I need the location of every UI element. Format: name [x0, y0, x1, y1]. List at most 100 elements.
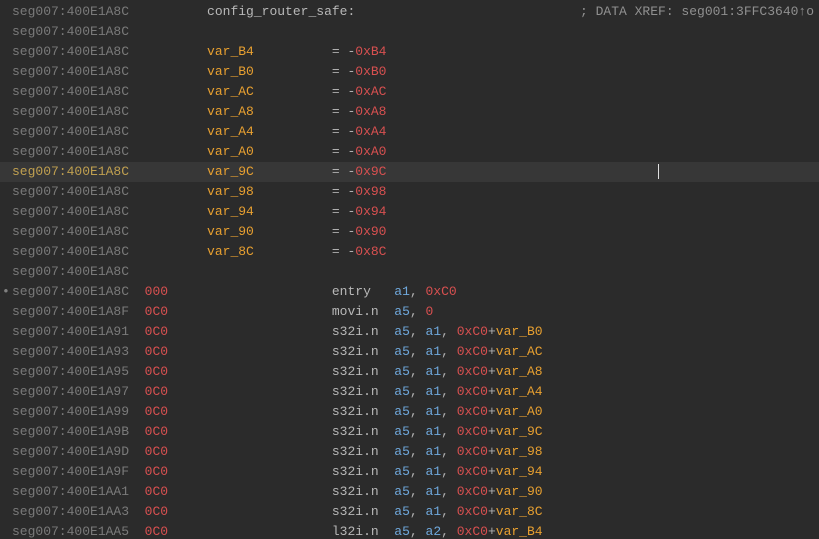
disassembly-line[interactable]: seg007:400E1A8C var_A8 = -0xA8 [0, 102, 819, 122]
register: a1 [426, 484, 442, 499]
disassembly-line[interactable]: seg007:400E1A97 0C0 s32i.n a5, a1, 0xC0+… [0, 382, 819, 402]
mnemonic: movi.n [332, 304, 394, 319]
immediate: 0xC0 [457, 404, 488, 419]
disassembly-line[interactable]: seg007:400E1A9D 0C0 s32i.n a5, a1, 0xC0+… [0, 442, 819, 462]
equals: = - [332, 104, 355, 119]
var-ref: var_9C [496, 424, 543, 439]
var-name: var_94 [207, 204, 332, 219]
var-offset: 0xB4 [355, 44, 386, 59]
equals: = - [332, 84, 355, 99]
disassembly-line[interactable]: seg007:400E1AA1 0C0 s32i.n a5, a1, 0xC0+… [0, 482, 819, 502]
var-name: var_8C [207, 244, 332, 259]
disassembly-line[interactable]: seg007:400E1A8F 0C0 movi.n a5, 0 [0, 302, 819, 322]
immediate: 0xC0 [457, 524, 488, 539]
stack-depth: 0C0 [145, 484, 168, 499]
disassembly-line[interactable]: seg007:400E1A93 0C0 s32i.n a5, a1, 0xC0+… [0, 342, 819, 362]
var-offset: 0x8C [355, 244, 386, 259]
mnemonic: s32i.n [332, 344, 394, 359]
disassembly-line[interactable]: seg007:400E1A91 0C0 s32i.n a5, a1, 0xC0+… [0, 322, 819, 342]
mnemonic: s32i.n [332, 484, 394, 499]
disassembly-line[interactable]: seg007:400E1A8C [0, 22, 819, 42]
address: seg007:400E1A8F [12, 304, 137, 319]
disassembly-line[interactable]: seg007:400E1AA5 0C0 l32i.n a5, a2, 0xC0+… [0, 522, 819, 539]
disassembly-line[interactable]: seg007:400E1AA3 0C0 s32i.n a5, a1, 0xC0+… [0, 502, 819, 522]
address: seg007:400E1A8C [12, 24, 129, 39]
disassembly-line[interactable]: seg007:400E1A99 0C0 s32i.n a5, a1, 0xC0+… [0, 402, 819, 422]
var-name: var_90 [207, 224, 332, 239]
register: a1 [426, 364, 442, 379]
mnemonic: s32i.n [332, 444, 394, 459]
disassembly-line[interactable]: seg007:400E1A95 0C0 s32i.n a5, a1, 0xC0+… [0, 362, 819, 382]
disassembly-view[interactable]: seg007:400E1A8C config_router_safe:; DAT… [0, 0, 819, 539]
immediate: 0xC0 [457, 384, 488, 399]
disassembly-line[interactable]: seg007:400E1A8C config_router_safe:; DAT… [0, 2, 819, 22]
register: a5 [394, 404, 410, 419]
equals: = - [332, 64, 355, 79]
var-ref: var_A8 [496, 364, 543, 379]
register: a5 [394, 484, 410, 499]
disassembly-line[interactable]: seg007:400E1A8C [0, 262, 819, 282]
disassembly-line[interactable]: seg007:400E1A9B 0C0 s32i.n a5, a1, 0xC0+… [0, 422, 819, 442]
disassembly-line[interactable]: seg007:400E1A8C var_AC = -0xAC [0, 82, 819, 102]
var-ref: var_A0 [496, 404, 543, 419]
var-ref: var_90 [496, 484, 543, 499]
mnemonic: s32i.n [332, 384, 394, 399]
address: seg007:400E1A93 [12, 344, 137, 359]
stack-depth: 0C0 [145, 524, 168, 539]
mnemonic: s32i.n [332, 424, 394, 439]
immediate: 0xC0 [457, 504, 488, 519]
register: a1 [426, 504, 442, 519]
register: a1 [426, 464, 442, 479]
address: seg007:400E1AA5 [12, 524, 137, 539]
var-name: var_A8 [207, 104, 332, 119]
disassembly-line[interactable]: seg007:400E1A8C var_98 = -0x98 [0, 182, 819, 202]
stack-depth: 0C0 [145, 324, 168, 339]
var-ref: var_94 [496, 464, 543, 479]
disassembly-line[interactable]: seg007:400E1A8C var_A4 = -0xA4 [0, 122, 819, 142]
register: a2 [426, 524, 442, 539]
immediate: 0xC0 [457, 324, 488, 339]
disassembly-line[interactable]: seg007:400E1A8C var_8C = -0x8C [0, 242, 819, 262]
stack-depth: 0C0 [145, 404, 168, 419]
disassembly-line[interactable]: seg007:400E1A8C var_A0 = -0xA0 [0, 142, 819, 162]
immediate: 0xC0 [457, 444, 488, 459]
address: seg007:400E1A8C [12, 224, 168, 239]
immediate: 0xC0 [457, 424, 488, 439]
register: a1 [426, 424, 442, 439]
mnemonic: s32i.n [332, 464, 394, 479]
var-offset: 0x9C [355, 164, 386, 179]
var-offset: 0xA0 [355, 144, 386, 159]
disassembly-line[interactable]: seg007:400E1A8C var_94 = -0x94 [0, 202, 819, 222]
address: seg007:400E1A9F [12, 464, 137, 479]
var-offset: 0x90 [355, 224, 386, 239]
mnemonic: s32i.n [332, 324, 394, 339]
register: a5 [394, 524, 410, 539]
equals: = - [332, 44, 355, 59]
register: a5 [394, 384, 410, 399]
address: seg007:400E1AA1 [12, 484, 137, 499]
disassembly-line[interactable]: seg007:400E1A8C var_9C = -0x9C [0, 162, 819, 182]
register: a5 [394, 304, 410, 319]
address: seg007:400E1A8C [12, 84, 168, 99]
immediate: 0xC0 [457, 464, 488, 479]
register: a1 [426, 444, 442, 459]
equals: = - [332, 124, 355, 139]
disassembly-line[interactable]: seg007:400E1A9F 0C0 s32i.n a5, a1, 0xC0+… [0, 462, 819, 482]
register: a1 [394, 284, 410, 299]
address: seg007:400E1A8C [12, 4, 168, 19]
address: seg007:400E1A8C [12, 64, 168, 79]
register: a1 [426, 344, 442, 359]
stack-depth: 0C0 [145, 364, 168, 379]
disassembly-line[interactable]: seg007:400E1A8C var_B0 = -0xB0 [0, 62, 819, 82]
var-name: var_9C [207, 164, 332, 179]
mnemonic: l32i.n [332, 524, 394, 539]
disassembly-line[interactable]: seg007:400E1A8C var_90 = -0x90 [0, 222, 819, 242]
register: a5 [394, 424, 410, 439]
var-ref: var_98 [496, 444, 543, 459]
register: a5 [394, 444, 410, 459]
disassembly-line[interactable]: •seg007:400E1A8C 000 entry a1, 0xC0 [0, 282, 819, 302]
disassembly-line[interactable]: seg007:400E1A8C var_B4 = -0xB4 [0, 42, 819, 62]
address: seg007:400E1A99 [12, 404, 137, 419]
var-name: var_AC [207, 84, 332, 99]
var-ref: var_8C [496, 504, 543, 519]
